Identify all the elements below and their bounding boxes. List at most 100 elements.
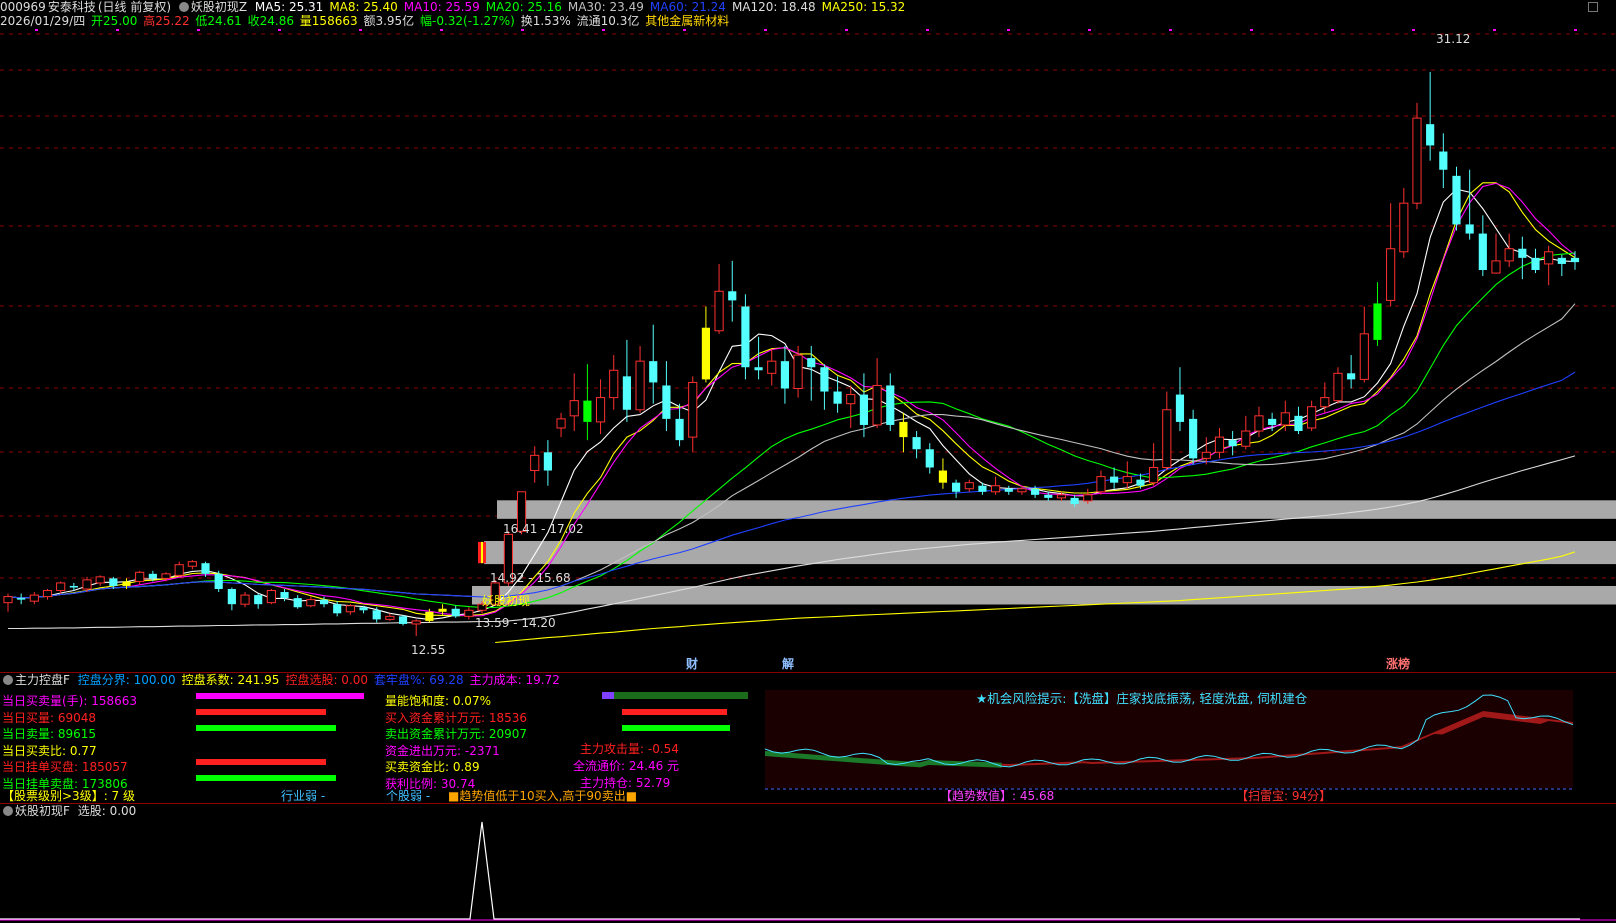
- trend-value: 【趋势数值】: 45.68: [940, 789, 1055, 803]
- candle-body: [728, 291, 737, 301]
- candle-body: [675, 418, 684, 441]
- candle-body: [780, 361, 789, 389]
- panel3-value: 选股: 0.00: [77, 804, 137, 818]
- bar-buy-funds: [622, 709, 727, 715]
- bar-capacity: [602, 692, 614, 699]
- candle-body: [1004, 488, 1013, 492]
- candle-body: [859, 394, 869, 425]
- candle-body: [95, 576, 105, 584]
- stat-item: 量能饱和度: 0.07%: [385, 694, 491, 708]
- candle-body: [1320, 397, 1330, 408]
- candle-body: [29, 594, 39, 602]
- candle-body: [1096, 476, 1106, 493]
- support-zone: [472, 585, 1616, 605]
- candle-body: [662, 385, 671, 419]
- panel3-title[interactable]: 妖股初现F: [15, 804, 70, 818]
- candle-body: [1491, 260, 1501, 274]
- candle-body: [1531, 257, 1540, 271]
- candle-body: [1110, 476, 1119, 483]
- panel2-param: 控盘选股: 0.00: [285, 673, 369, 687]
- candle-body: [767, 360, 777, 374]
- candle-body: [280, 592, 289, 599]
- stat-item: 资金进出万元: -2371: [385, 743, 500, 758]
- candle-body: [56, 582, 66, 592]
- panel2-title[interactable]: 主力控盘F: [15, 673, 70, 687]
- signal-dot: [926, 29, 929, 31]
- candle-body: [1478, 233, 1487, 271]
- candle-body: [214, 573, 223, 590]
- candle-body: [254, 595, 263, 605]
- candle-body: [1136, 479, 1145, 486]
- zone-label-2: 14.92 - 15.68: [490, 571, 571, 585]
- candle-body: [1070, 497, 1079, 504]
- signal-dot: [1169, 29, 1172, 31]
- candle-body: [583, 400, 592, 422]
- candle-body: [306, 599, 316, 607]
- candle-body: [174, 564, 184, 576]
- panel2-param: 控盘分界: 100.00: [77, 673, 176, 687]
- max-price-label: 31.12: [1436, 32, 1471, 46]
- candle-body: [952, 482, 961, 492]
- trend-red-area: [765, 711, 1573, 766]
- candle-body: [714, 290, 724, 332]
- candle-body: [1201, 451, 1211, 459]
- marker-unlock: 解: [782, 657, 795, 671]
- candle-body: [69, 585, 78, 588]
- panel3-dropdown-icon[interactable]: [3, 806, 13, 816]
- candle-body: [622, 376, 631, 410]
- stat-item: 买卖资金比: 0.89: [385, 760, 480, 774]
- candle-body: [833, 391, 842, 404]
- candle-body: [846, 394, 856, 405]
- candle-body: [17, 598, 26, 600]
- candle-body: [701, 327, 710, 380]
- candle-body: [1359, 333, 1369, 380]
- candle-body: [556, 418, 566, 429]
- candle-body: [543, 452, 552, 471]
- candle-body: [398, 616, 408, 624]
- support-zone: [484, 541, 1616, 565]
- candle-body: [1241, 430, 1251, 447]
- candle-body: [1044, 494, 1053, 498]
- candle-body: [1254, 415, 1264, 432]
- candle-body: [385, 615, 395, 620]
- candle-body: [109, 578, 118, 586]
- signal-dot: [1412, 29, 1415, 31]
- signal-bar-core: [481, 541, 483, 564]
- candle-body: [569, 400, 579, 417]
- signal-dot: [35, 29, 38, 31]
- candle-body: [266, 590, 276, 604]
- candle-body: [1386, 248, 1396, 301]
- candle-body: [1122, 476, 1132, 484]
- stat-item: 当日买量: 69048: [2, 710, 97, 725]
- candle-body: [991, 485, 1001, 493]
- candle-body: [1333, 372, 1343, 402]
- candle-body: [1452, 175, 1461, 225]
- candle-body: [372, 610, 381, 620]
- candle-body: [438, 608, 447, 612]
- candle-body: [187, 561, 197, 567]
- signal-dot: [359, 29, 362, 31]
- candle-body: [451, 608, 460, 617]
- candle-body: [425, 611, 434, 621]
- signal-line: [0, 821, 1580, 920]
- ma-line-ma60: [7, 371, 1576, 599]
- candle-body: [1149, 466, 1159, 484]
- candle-body: [1017, 488, 1027, 493]
- zone-label-1: 16.41 - 17.02: [503, 522, 584, 536]
- industry-weak: 行业弱 -: [281, 789, 326, 803]
- panel3-header: 妖股初现F 选股: 0.00: [0, 804, 140, 818]
- candle-body: [1268, 418, 1277, 425]
- candle-body: [161, 573, 171, 579]
- candle-body: [1056, 494, 1067, 499]
- candle-body: [1214, 436, 1225, 453]
- candle-body: [595, 397, 606, 423]
- panel2-param: 主力成本: 19.72: [469, 673, 560, 687]
- panel-separator-2: [0, 803, 1616, 804]
- trend-tip: ■趋势值低于10买入,高于90卖出■: [448, 789, 638, 803]
- candle-body: [1280, 412, 1290, 426]
- candle-body: [807, 358, 816, 368]
- panel2-dropdown-icon[interactable]: [3, 675, 13, 685]
- candle-body: [122, 581, 131, 586]
- candle-body: [925, 449, 934, 468]
- candle-body: [1557, 257, 1566, 264]
